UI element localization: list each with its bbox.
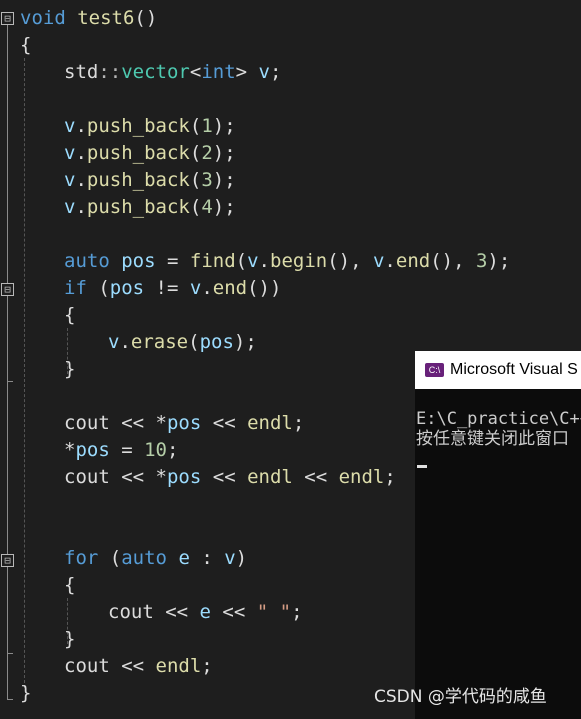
console-output-path: E:\C_practice\C++ [416,409,581,429]
outline-line [7,25,8,699]
code-line-26: } [20,682,32,704]
code-line-11: if (pos != v.end()) [64,277,282,299]
code-line-1: void test6() [20,7,158,29]
code-line-2: { [20,34,32,56]
code-line-5: v.push_back(1); [64,115,236,137]
outline-end-tick [7,699,13,700]
code-line-3: std::vector<int> v; [64,61,282,83]
code-line-17: *pos = 10; [64,439,179,461]
collapse-if-icon[interactable]: ⊟ [1,283,14,296]
indent-guide [24,58,25,688]
watermark: CSDN @学代码的咸鱼 [374,687,547,707]
console-output-prompt: 按任意键关闭此窗口 [416,429,569,449]
code-line-22: { [64,574,76,596]
outline-if-end-tick [7,381,13,382]
collapse-for-icon[interactable]: ⊟ [1,554,14,567]
code-line-7: v.push_back(3); [64,169,236,191]
code-line-23: cout << e << " "; [108,601,303,623]
code-line-16: cout << *pos << endl; [64,412,305,434]
console-title: Microsoft Visual S [450,361,578,378]
code-line-24: } [64,628,76,650]
code-line-14: } [64,358,76,380]
console-cursor [417,465,427,468]
code-line-25: cout << endl; [64,655,213,677]
code-line-18: cout << *pos << endl << endl; [64,466,396,488]
collapse-function-icon[interactable]: ⊟ [1,12,14,25]
code-line-8: v.push_back(4); [64,196,236,218]
console-title-bar[interactable]: C:\ Microsoft Visual S [415,351,581,389]
outline-for-end-tick [7,653,13,654]
code-line-12: { [64,304,76,326]
console-window[interactable]: C:\ Microsoft Visual S E:\C_practice\C++… [415,351,581,719]
code-line-21: for (auto e : v) [64,547,248,569]
code-line-6: v.push_back(2); [64,142,236,164]
code-line-13: v.erase(pos); [108,331,257,353]
code-line-10: auto pos = find(v.begin(), v.end(), 3); [64,250,511,272]
console-app-icon: C:\ [425,363,444,377]
